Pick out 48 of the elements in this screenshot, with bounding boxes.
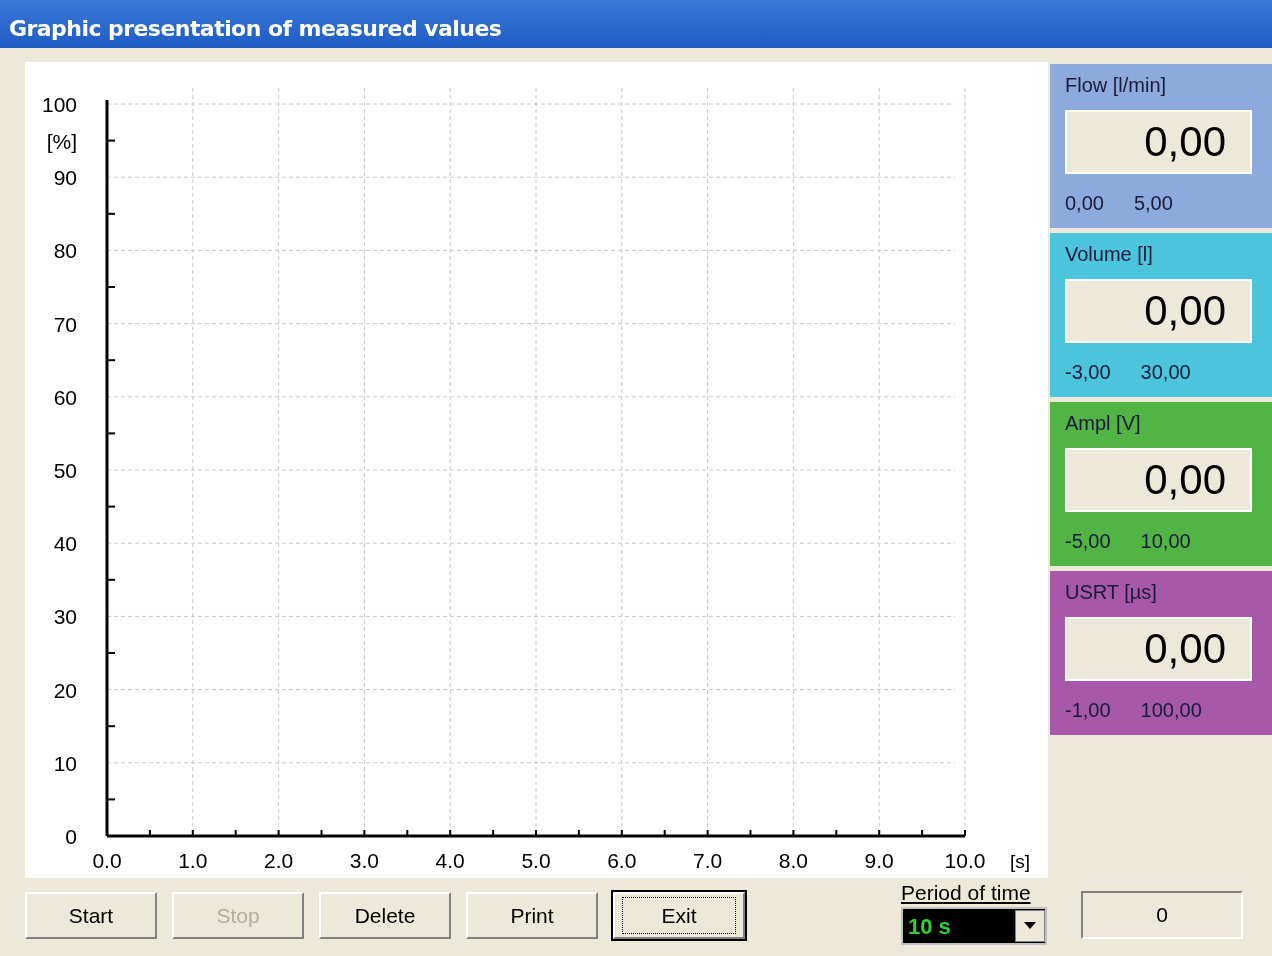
y-tick-label: 80: [53, 239, 77, 263]
y-tick-label: 60: [53, 385, 77, 409]
range-max: 30,00: [1140, 360, 1191, 385]
meter-label: USRT [µs]: [1065, 580, 1158, 605]
y-tick-label: 70: [53, 312, 77, 336]
y-tick-label: 50: [53, 459, 77, 482]
y-tick-label: 20: [53, 678, 77, 702]
range-min: -3,00: [1065, 360, 1111, 385]
x-tick-label: 3.0: [349, 849, 379, 872]
button[interactable]: Start: [25, 892, 157, 939]
meter-value: 0,00: [1065, 617, 1252, 681]
x-tick-label: 6.0: [607, 849, 637, 872]
meter-value: 0,00: [1065, 110, 1252, 174]
y-tick-label: 0: [65, 825, 77, 848]
y-tick-label: 40: [53, 532, 77, 556]
meter-value: 0,00: [1065, 279, 1252, 343]
x-tick-label: 10.0: [944, 849, 986, 872]
y-axis-label: [%]: [46, 129, 77, 153]
meter-label: Ampl [V]: [1065, 411, 1142, 436]
range-max: 5,00: [1133, 191, 1173, 216]
range-max: 10,00: [1140, 529, 1191, 554]
y-tick-label: 90: [53, 166, 77, 190]
button[interactable]: Delete: [319, 892, 451, 939]
x-tick-label: 1.0: [178, 849, 208, 872]
x-tick-label: 7.0: [693, 849, 723, 872]
meter-value: 0,00: [1065, 448, 1252, 512]
period-dropdown[interactable]: 10 s: [901, 907, 1047, 945]
range-min: -5,00: [1065, 529, 1111, 554]
y-tick-label: 100: [41, 93, 77, 116]
meter-label: Volume [l]: [1065, 242, 1154, 267]
x-axis-label: [s]: [1009, 851, 1031, 872]
counter-field: 0: [1081, 891, 1243, 939]
x-tick-label: 8.0: [778, 849, 808, 872]
x-tick-label: 9.0: [864, 849, 894, 872]
range-max: 100,00: [1140, 698, 1202, 723]
button[interactable]: Exit: [613, 892, 745, 939]
range-min: -1,00: [1065, 698, 1111, 723]
x-tick-label: 0.0: [92, 849, 122, 872]
button[interactable]: Print: [466, 892, 598, 939]
y-tick-label: 10: [53, 751, 77, 775]
period-label: Period of time: [901, 880, 1031, 906]
x-tick-label: 4.0: [435, 849, 465, 872]
meter-label: Flow [l/min]: [1065, 73, 1168, 98]
range-min: 0,00: [1065, 191, 1104, 216]
x-tick-label: 2.0: [264, 849, 294, 872]
x-tick-label: 5.0: [521, 849, 551, 872]
y-tick-label: 30: [53, 605, 77, 629]
window-title: Graphic presentation of measured values: [0, 0, 1272, 48]
